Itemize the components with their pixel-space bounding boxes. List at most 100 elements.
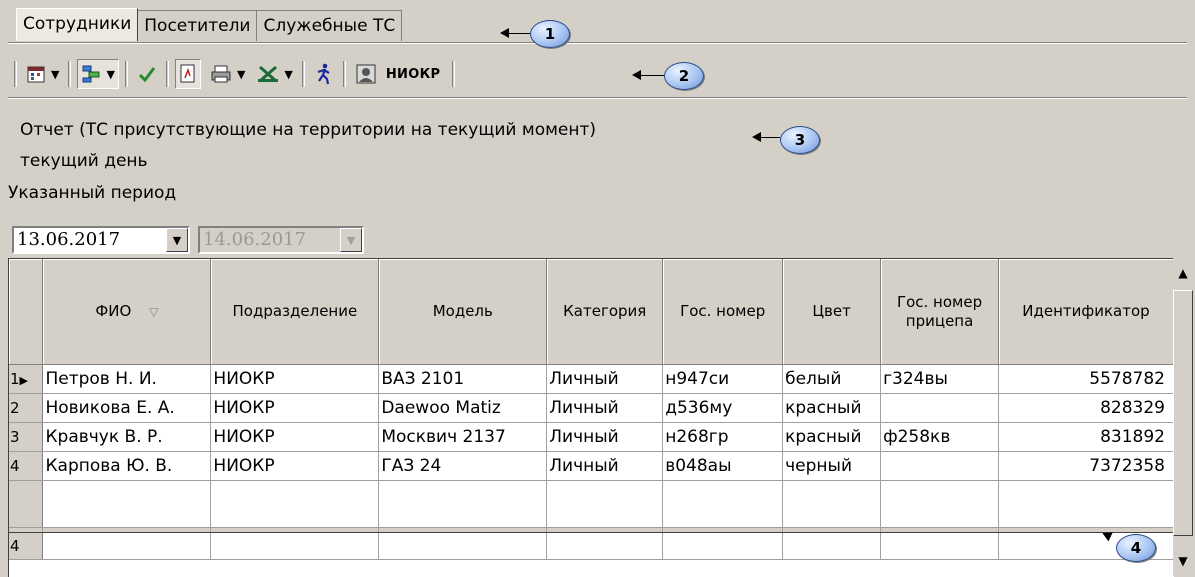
excel-icon — [258, 65, 279, 83]
chevron-down-icon[interactable]: ▼ — [237, 68, 245, 81]
cell-identifier[interactable]: 831892 — [998, 422, 1174, 452]
person-run-button[interactable] — [311, 60, 337, 88]
export-excel-button[interactable]: ▼ — [254, 60, 295, 88]
cell-color[interactable]: красный — [782, 393, 882, 423]
cell-department[interactable]: НИОКР — [210, 364, 380, 394]
cell-fio[interactable]: Петров Н. И. — [42, 364, 212, 394]
sort-icon: ▽ — [149, 304, 159, 319]
current-row-icon: ▶ — [19, 374, 29, 387]
table-header-row: ФИО ▽ Подразделение Модель Категория Гос.… — [9, 259, 1174, 365]
cell-category[interactable]: Личный — [546, 364, 664, 394]
cell-model[interactable]: ГАЗ 24 — [378, 451, 548, 481]
column-header[interactable]: ФИО ▽ — [42, 259, 212, 365]
callout-4: 4 — [1116, 534, 1156, 562]
chevron-down-icon: ▼ — [340, 228, 362, 252]
cell-trailer[interactable] — [880, 393, 999, 423]
cell-identifier[interactable]: 828329 — [998, 393, 1174, 423]
column-header[interactable]: Цвет — [782, 259, 882, 365]
toolbar-separator — [124, 61, 128, 87]
date-from-picker[interactable]: 13.06.2017 ▼ — [12, 226, 190, 254]
cell-trailer[interactable]: г324вы — [880, 364, 999, 394]
footer-row: 4 — [9, 532, 1174, 560]
checkmark-icon — [138, 67, 156, 83]
row-indicator-header — [9, 259, 44, 365]
cell-plate[interactable]: н268гр — [662, 422, 784, 452]
cell-fio[interactable]: Карпова Ю. В. — [42, 451, 212, 481]
person-run-icon — [317, 63, 330, 85]
cell-trailer[interactable]: ф258кв — [880, 422, 999, 452]
cell-category[interactable]: Личный — [546, 393, 664, 423]
cell-category[interactable]: Личный — [546, 422, 664, 452]
table-row[interactable]: 3 Кравчук В. Р. НИОКР Москвич 2137 Личны… — [9, 422, 1174, 452]
data-grid: ФИО ▽ Подразделение Модель Категория Гос.… — [8, 258, 1174, 577]
cell-plate[interactable]: н947си — [662, 364, 784, 394]
column-header[interactable]: Гос. номер прицепа — [880, 259, 999, 365]
print-button[interactable]: ▼ — [207, 60, 248, 88]
cell-identifier[interactable]: 5578782 — [998, 364, 1174, 394]
column-header[interactable]: Подразделение — [210, 259, 380, 365]
tab-visitors[interactable]: Посетители — [137, 10, 258, 41]
cell-color[interactable]: белый — [782, 364, 882, 394]
calendar-button[interactable]: ▼ — [23, 60, 62, 88]
tab-employees[interactable]: Сотрудники — [16, 8, 139, 41]
date-from-value: 13.06.2017 — [17, 229, 121, 250]
user-card-button[interactable] — [352, 60, 380, 88]
scroll-down-icon[interactable]: ▼ — [1173, 546, 1193, 576]
table-row[interactable]: 1▶ Петров Н. И. НИОКР ВАЗ 2101 Личный н9… — [9, 364, 1174, 394]
chevron-down-icon[interactable]: ▼ — [284, 68, 292, 81]
period-label: Указанный период — [8, 183, 177, 203]
calendar-icon — [27, 66, 45, 83]
report-button[interactable] — [174, 59, 201, 89]
cell-identifier[interactable]: 7372358 — [998, 451, 1174, 481]
callout-line-3 — [760, 137, 780, 138]
scroll-thumb[interactable] — [1173, 290, 1193, 536]
scroll-up-icon[interactable]: ▲ — [1173, 258, 1193, 288]
footer-count: 4 — [9, 532, 44, 560]
department-button[interactable]: НИОКР — [380, 60, 446, 88]
column-header[interactable]: Гос. номер — [662, 259, 784, 365]
chevron-down-icon[interactable]: ▼ — [166, 228, 188, 252]
table-row[interactable]: 2 Новикова Е. А. НИОКР Daewoo Matiz Личн… — [9, 393, 1174, 423]
toolbar-separator — [452, 61, 456, 87]
tab-bar: Сотрудники Посетители Служебные ТС — [16, 8, 403, 42]
date-to-picker: 14.06.2017 ▼ — [198, 226, 364, 254]
toolbar-separator — [14, 61, 17, 87]
callout-2: 2 — [664, 62, 704, 90]
cell-department[interactable]: НИОКР — [210, 422, 380, 452]
callout-line-1 — [508, 33, 530, 34]
layout-button[interactable]: ▼ — [77, 59, 119, 89]
toolbar-separator — [68, 61, 72, 87]
cell-model[interactable]: Daewoo Matiz — [378, 393, 548, 423]
cell-category[interactable]: Личный — [546, 451, 664, 481]
empty-row — [9, 480, 1174, 528]
tab-service-vehicles[interactable]: Служебные ТС — [256, 10, 403, 41]
table-row[interactable]: 4 Карпова Ю. В. НИОКР ГАЗ 24 Личный в048… — [9, 451, 1174, 481]
cell-color[interactable]: черный — [782, 451, 882, 481]
column-header[interactable]: Модель — [378, 259, 548, 365]
apply-button[interactable] — [134, 60, 160, 88]
cell-department[interactable]: НИОКР — [210, 451, 380, 481]
column-header[interactable]: Идентификатор — [998, 259, 1174, 365]
row-number: 4 — [9, 451, 44, 481]
report-icon — [180, 64, 195, 83]
cell-model[interactable]: ВАЗ 2101 — [378, 364, 548, 394]
toolbar-divider — [8, 97, 1187, 99]
row-number: 3 — [9, 422, 44, 452]
cell-fio[interactable]: Кравчук В. Р. — [42, 422, 212, 452]
cell-trailer[interactable] — [880, 451, 999, 481]
toolbar-separator — [165, 61, 169, 87]
cell-plate[interactable]: в048аы — [662, 451, 784, 481]
user-card-icon — [356, 64, 376, 84]
report-title: Отчет (ТС присутствующие на территории н… — [20, 120, 597, 140]
chevron-down-icon[interactable]: ▼ — [51, 68, 59, 81]
report-subtitle: текущий день — [20, 151, 148, 171]
cell-color[interactable]: красный — [782, 422, 882, 452]
cell-model[interactable]: Москвич 2137 — [378, 422, 548, 452]
column-header[interactable]: Категория — [546, 259, 664, 365]
chevron-down-icon[interactable]: ▼ — [106, 68, 114, 81]
cell-fio[interactable]: Новикова Е. А. — [42, 393, 212, 423]
cell-plate[interactable]: д536му — [662, 393, 784, 423]
cell-department[interactable]: НИОКР — [210, 393, 380, 423]
toolbar: ▼ ▼ ▼ ▼ НИОКР — [8, 55, 708, 93]
vertical-scrollbar[interactable]: ▲ ▼ — [1173, 258, 1195, 576]
